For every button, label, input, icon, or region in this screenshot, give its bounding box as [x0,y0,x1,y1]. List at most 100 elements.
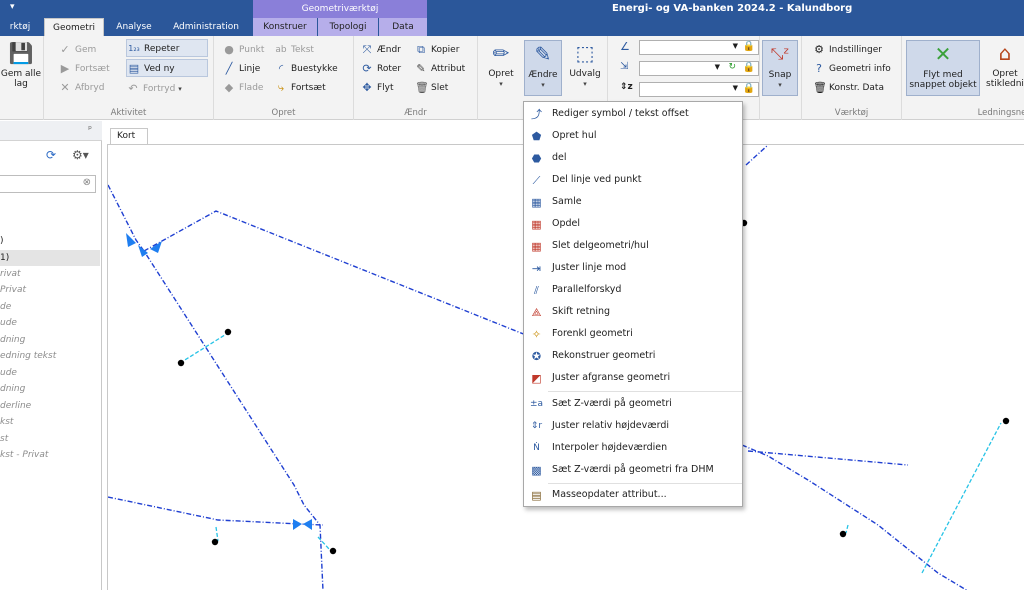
tab-vaerktoj[interactable]: rktøj [0,18,40,36]
udvalg-big-button[interactable]: ⬚ Udvalg ▾ [566,40,604,96]
valve-symbol[interactable] [150,241,162,253]
menu-item-interpoler-hoejde[interactable]: Ṅ Interpoler højdeværdien [525,437,741,459]
lock-text-icon[interactable]: 🔒 [743,62,755,73]
konstr-data-button[interactable]: 🗑 Konstr. Data [812,79,884,97]
slet-button[interactable]: 🗑 Slet [414,79,448,97]
opret-stikledning-button[interactable]: ⌂ Opret stikledni [984,40,1024,96]
layer-item[interactable]: rivat [0,266,100,282]
menu-item-opret-hul[interactable]: ⬟ Opret hul [525,125,741,147]
menu-item-rediger-symbol[interactable]: ⤴ Rediger symbol / tekst offset [525,103,741,125]
aendr-button[interactable]: ⤧ Ændr [360,41,401,59]
lock-icon[interactable]: 🔒 [743,41,755,52]
tab-geometri[interactable]: Geometri [44,18,104,36]
layer-item[interactable]: de [0,299,100,315]
attribut-button[interactable]: ✎ Attribut [414,60,465,78]
indstillinger-button[interactable]: ⚙ Indstillinger [812,41,882,59]
menu-item-slet-delgeometri[interactable]: ▦ Slet delgeometri/hul [525,235,741,257]
punkt-button[interactable]: ● Punkt [222,41,264,59]
layer-item[interactable]: edning tekst [0,348,100,364]
pipe-line[interactable] [741,444,968,590]
snap-button[interactable]: ⤡ᶻ Snap ▾ [762,40,798,96]
flade-button[interactable]: ◆ Flade [222,79,264,97]
roter-button[interactable]: ⟳ Roter [360,60,401,78]
service-line[interactable] [921,422,1002,574]
menu-item-opdel[interactable]: ▦ Opdel [525,213,741,235]
layer-item[interactable]: ) [0,233,100,249]
refresh-icon[interactable]: ↻ [728,62,736,72]
tab-konstruer[interactable]: Konstruer [253,18,317,36]
repeter-toggle[interactable]: 1₂₃ Repeter [126,39,208,57]
length-combo[interactable]: ▼ ↻ 🔒 [639,61,759,76]
afbryd-button[interactable]: ✕ Afbryd [58,79,104,97]
menu-item-parallelforskyd[interactable]: ⫽ Parallelforskyd [525,279,741,301]
menu-item-rekonstruer-geometri[interactable]: ✪ Rekonstruer geometri [525,345,741,367]
pipe-line[interactable] [143,210,537,342]
layer-item[interactable]: 1) [0,250,100,266]
layer-item[interactable]: dning [0,381,100,397]
gem-button[interactable]: ✓ Gem [58,41,96,59]
menu-item-forenkl-geometri[interactable]: ✧ Forenkl geometri [525,323,741,345]
aendre-big-button[interactable]: ✎ Ændre ▾ [524,40,562,96]
menu-item-juster-linje-mod[interactable]: ⇥ Juster linje mod [525,257,741,279]
service-line[interactable] [215,526,219,542]
layer-item[interactable]: ude [0,365,100,381]
valve-symbol[interactable] [293,519,302,530]
layer-item[interactable]: kst [0,414,100,430]
menu-item-skift-retning[interactable]: ⟁ Skift retning [525,301,741,323]
save-all-layers-button[interactable]: 💾 Gem alle lag [0,40,42,96]
node-point[interactable] [839,530,847,538]
node-point[interactable] [211,538,219,546]
tab-topologi[interactable]: Topologi [318,18,378,36]
fortsaet-button[interactable]: ▶ Fortsæt [58,60,110,78]
refresh-icon[interactable]: ⟳ [46,148,56,162]
pipe-line[interactable] [108,496,324,526]
flyt-button[interactable]: ✥ Flyt [360,79,393,97]
angle-combo[interactable]: ▼ 🔒 [639,40,759,55]
layer-item[interactable]: ude [0,315,100,331]
tab-kort[interactable]: Kort [110,128,148,144]
layer-item[interactable]: st [0,431,100,447]
tab-analyse[interactable]: Analyse [110,18,158,36]
pipe-line[interactable] [745,145,769,166]
kopier-button[interactable]: ⧉ Kopier [414,41,459,59]
tekst-button[interactable]: ab Tekst [274,41,314,59]
menu-item-saet-z-vaerdi[interactable]: ±a Sæt Z-værdi på geometri [525,393,741,415]
service-line[interactable] [179,332,229,364]
menu-item-juster-relativ-hoejde[interactable]: ⇕r Juster relativ højdeværdi [525,415,741,437]
layer-item[interactable]: derline [0,398,100,414]
menu-item-masseopdater-attribut[interactable]: ▤ Masseopdater attribut... [525,484,741,506]
valve-symbol[interactable] [303,519,312,530]
layer-search-input[interactable]: ⊗ [0,175,96,193]
geometri-info-button[interactable]: ? Geometri info [812,60,891,78]
gear-icon[interactable]: ⚙▾ [72,148,89,162]
tab-data[interactable]: Data [379,18,427,36]
fortryd-button[interactable]: ↶ Fortryd ▾ [126,80,181,98]
lock-icon[interactable]: 🔒 [743,83,755,94]
clear-search-icon[interactable]: ⊗ [83,177,91,188]
menu-item-del[interactable]: ⬣ del [525,147,741,169]
tab-administration[interactable]: Administration [166,18,246,36]
quick-access-dropdown[interactable]: ▾ [10,2,15,12]
ved-ny-toggle[interactable]: ▤ Ved ny [126,59,208,77]
layer-item[interactable]: kst - Privat [0,447,100,463]
opret-big-button[interactable]: ✏ Opret ▾ [482,40,520,96]
pipe-line[interactable] [108,184,324,590]
valve-symbol[interactable] [126,233,136,247]
node-point[interactable] [329,547,337,555]
flyt-med-snappet-objekt-button[interactable]: ✕ Flyt med snappet objekt [906,40,980,96]
menu-item-juster-afgranse[interactable]: ◩ Juster afgranse geometri [525,367,741,389]
menu-item-saet-z-fra-dhm[interactable]: ▩ Sæt Z-værdi på geometri fra DHM [525,459,741,481]
z-value-combo[interactable]: ▼ 🔒 [639,82,759,97]
service-line[interactable] [845,524,849,534]
pin-icon[interactable]: ᵖ [88,125,92,135]
opret-fortsaet-button[interactable]: ⤷ Fortsæt [274,79,326,97]
linje-button[interactable]: ╱ Linje [222,60,261,78]
service-line[interactable] [317,536,331,551]
node-point[interactable] [1002,417,1010,425]
layer-item[interactable]: Privat [0,282,100,298]
menu-item-samle[interactable]: ▦ Samle [525,191,741,213]
node-point[interactable] [224,328,232,336]
menu-item-del-linje-ved-punkt[interactable]: ⟋ Del linje ved punkt [525,169,741,191]
layer-item[interactable]: dning [0,332,100,348]
buestykke-button[interactable]: ◜ Buestykke [274,60,338,78]
